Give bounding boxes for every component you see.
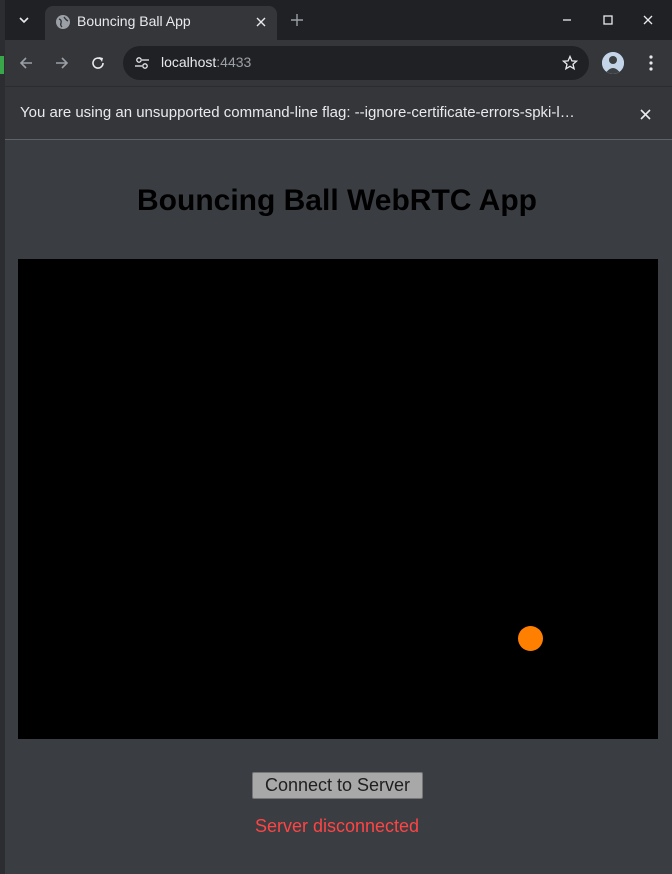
- tab-close-button[interactable]: [253, 14, 269, 30]
- url-port: :4433: [216, 54, 252, 70]
- address-bar[interactable]: localhost:4433: [123, 46, 589, 80]
- page-title: Bouncing Ball WebRTC App: [137, 184, 537, 217]
- site-info-button[interactable]: [133, 54, 151, 72]
- minimize-button[interactable]: [557, 10, 577, 30]
- profile-avatar[interactable]: [602, 52, 624, 74]
- avatar-icon: [602, 52, 624, 74]
- maximize-button[interactable]: [598, 10, 618, 30]
- close-icon: [639, 108, 651, 120]
- tune-icon: [135, 57, 149, 69]
- infobar-message: You are using an unsupported command-lin…: [20, 104, 575, 121]
- connect-to-server-button[interactable]: Connect to Server: [252, 772, 423, 799]
- new-tab-button[interactable]: [287, 10, 307, 30]
- arrow-right-icon: [56, 57, 69, 69]
- bouncing-ball: [517, 625, 543, 651]
- star-icon: [562, 55, 578, 71]
- browser-window: Bouncing Ball App localhost:4433 You are…: [5, 0, 672, 874]
- arrow-left-icon: [19, 57, 32, 69]
- url-host: localhost: [161, 54, 217, 70]
- reload-button[interactable]: [87, 52, 109, 74]
- warning-infobar: You are using an unsupported command-lin…: [5, 86, 672, 140]
- toolbar: localhost:4433: [5, 40, 672, 86]
- globe-icon: [56, 15, 70, 29]
- desktop-indicator: [0, 56, 4, 74]
- browser-menu-button[interactable]: [641, 52, 661, 74]
- tab-title: Bouncing Ball App: [77, 13, 191, 29]
- close-icon: [643, 15, 653, 25]
- tab-strip: Bouncing Ball App: [5, 0, 672, 40]
- close-window-button[interactable]: [638, 10, 658, 30]
- reload-icon: [92, 57, 104, 69]
- more-vert-icon: [649, 55, 653, 71]
- tab-search-button[interactable]: [13, 9, 35, 31]
- tab-active[interactable]: Bouncing Ball App: [45, 6, 277, 40]
- ball-canvas[interactable]: [18, 259, 658, 739]
- url-text: localhost:4433: [161, 54, 251, 70]
- forward-button[interactable]: [51, 52, 73, 74]
- minimize-icon: [563, 19, 571, 21]
- bookmark-button[interactable]: [561, 54, 579, 72]
- infobar-close-button[interactable]: [635, 104, 655, 124]
- server-status-text: Server disconnected: [254, 816, 420, 836]
- back-button[interactable]: [15, 52, 37, 74]
- page-content: Bouncing Ball WebRTC App Connect to Serv…: [5, 140, 672, 874]
- chevron-down-icon: [19, 17, 29, 24]
- plus-icon: [291, 14, 303, 26]
- maximize-icon: [603, 15, 613, 25]
- close-icon: [256, 17, 266, 27]
